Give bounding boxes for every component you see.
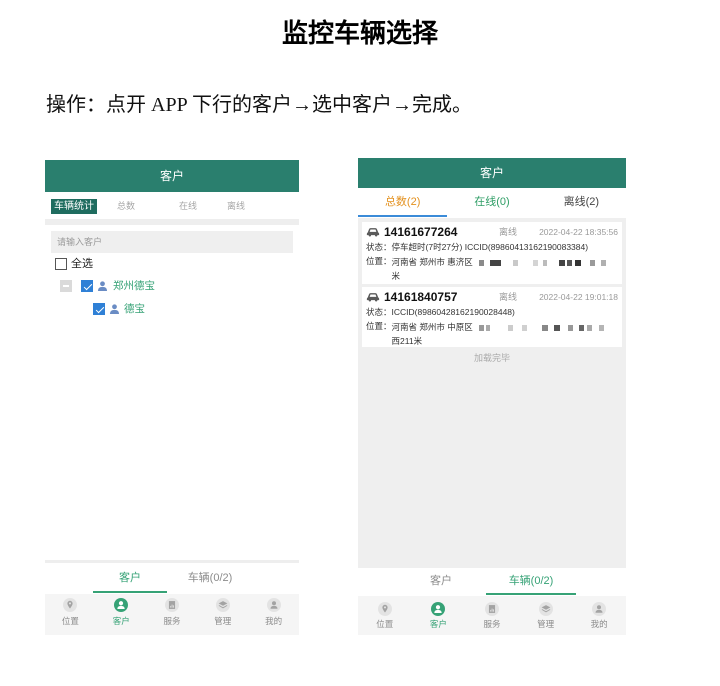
vehicle-status: 离线: [499, 292, 518, 302]
bottom-tab-bar: 客户 车辆(0/2): [358, 568, 626, 596]
car-icon: [366, 293, 380, 302]
location-tail: 米: [391, 271, 401, 281]
profile-icon: [592, 602, 607, 616]
location-icon: [63, 598, 78, 612]
vehicle-state-row: 状态： 停车超时(7时27分) ICCID(898604131621900833…: [366, 240, 618, 255]
nav-item-service[interactable]: 服务: [147, 594, 198, 635]
app-header-title: 客户: [45, 160, 299, 192]
nav-item-manage[interactable]: 管理: [519, 596, 573, 635]
vehicle-status: 离线: [499, 227, 518, 237]
tab-vehicles[interactable]: 车辆(0/2): [170, 563, 250, 594]
customer-search-input[interactable]: [51, 231, 293, 253]
location-line: 河南省 郑州市 中原区: [392, 320, 605, 335]
app-header-title: 客户: [358, 158, 626, 188]
load-complete-text: 加载完毕: [473, 353, 510, 363]
nav-item-location[interactable]: 位置: [358, 596, 412, 635]
vehicle-id: 14161677264: [384, 225, 458, 239]
tree-item-label[interactable]: 德宝: [124, 303, 145, 315]
user-icon: [97, 281, 108, 292]
right-phone-screenshot: 客户 总数(2) 在线(0) 离线(2) 14161677264 离线 2022…: [358, 158, 626, 635]
location-value: 河南省 郑州市 惠济区 米: [392, 255, 609, 282]
filter-tab-bar: 总数(2) 在线(0) 离线(2): [358, 188, 626, 218]
state-label: 状态：: [366, 242, 392, 252]
user-icon: [114, 598, 129, 612]
user-icon: [431, 602, 446, 616]
tree-item-checkbox[interactable]: [93, 303, 105, 315]
vehicle-id: 14161840757: [384, 290, 458, 304]
location-label: 位置：: [366, 256, 392, 266]
location-tail: 西211米: [391, 336, 423, 346]
vehicle-card-header: 14161677264 离线 2022-04-22 18:35:56: [366, 224, 618, 240]
page-title: 监控车辆选择: [281, 18, 438, 48]
nav-item-service[interactable]: 服务: [465, 596, 519, 635]
nav-item-customers[interactable]: 客户: [96, 594, 147, 635]
vehicle-location-row: 位置： 河南省 郑州市 中原区 西211米: [366, 320, 618, 347]
divider: [45, 219, 299, 225]
nav-item-profile[interactable]: 我的: [248, 594, 299, 635]
tree-collapse-toggle[interactable]: [60, 280, 72, 292]
bottom-tab-bar: 客户 车辆(0/2): [45, 560, 299, 594]
nav-item-profile[interactable]: 我的: [572, 596, 626, 635]
redacted-mosaic: [478, 259, 606, 266]
tab-customers[interactable]: 客户: [90, 563, 170, 594]
nav-label: 位置: [376, 619, 394, 629]
stat-tab-online[interactable]: 在线: [179, 199, 197, 214]
service-icon: [484, 602, 499, 616]
service-icon: [164, 598, 179, 612]
nav-label: 我的: [590, 619, 608, 629]
location-value: 河南省 郑州市 中原区 西211米: [392, 320, 605, 347]
redacted-mosaic: [478, 324, 604, 331]
bottom-nav: 位置 客户 服务 管理 我的: [358, 596, 626, 635]
vehicle-card[interactable]: 14161840757 离线 2022-04-22 19:01:18 状态： I…: [362, 287, 622, 347]
manage-icon: [215, 598, 230, 612]
user-icon: [109, 304, 120, 315]
vehicle-state-row: 状态： ICCID(89860428162190028448): [366, 305, 618, 320]
nav-label: 位置: [61, 616, 79, 626]
tab-vehicles[interactable]: 车辆(0/2): [486, 568, 576, 596]
vehicle-location-row: 位置： 河南省 郑州市 惠济区 米: [366, 255, 618, 282]
tree-item-label[interactable]: 郑州德宝: [113, 280, 155, 292]
nav-label: 服务: [483, 619, 501, 629]
nav-item-manage[interactable]: 管理: [197, 594, 248, 635]
nav-item-location[interactable]: 位置: [45, 594, 96, 635]
nav-label: 我的: [265, 616, 283, 626]
state-value: 停车超时(7时27分) ICCID(89860413162190083384): [391, 242, 589, 252]
location-line: 河南省 郑州市 惠济区: [392, 255, 609, 270]
car-icon: [366, 228, 380, 237]
location-icon: [377, 602, 392, 616]
vehicle-timestamp: 2022-04-22 18:35:56: [539, 227, 618, 237]
profile-icon: [266, 598, 281, 612]
select-all-label[interactable]: 全选: [71, 258, 93, 270]
vehicle-card-header: 14161840757 离线 2022-04-22 19:01:18: [366, 289, 618, 305]
tree-item-checkbox[interactable]: [81, 280, 93, 292]
filter-tab-offline[interactable]: 离线(2): [537, 188, 626, 218]
state-value: ICCID(89860428162190028448): [391, 307, 515, 317]
stat-tab-total[interactable]: 总数: [117, 199, 135, 214]
stat-tab-vehicle-stats[interactable]: 车辆统计: [51, 199, 97, 214]
left-phone-screenshot: 客户 车辆统计 总数 在线 离线 全选 郑州德宝 德宝 客户 车辆(0/2) 位…: [45, 160, 299, 635]
tab-customers[interactable]: 客户: [396, 568, 486, 596]
nav-label: 管理: [214, 616, 232, 626]
instruction-text: 操作：点开 APP 下行的客户→选中客户→完成。: [46, 94, 472, 116]
nav-label: 客户: [112, 616, 130, 626]
select-all-checkbox[interactable]: [55, 258, 67, 270]
bottom-nav: 位置 客户 服务 管理 我的: [45, 594, 299, 635]
filter-tab-total[interactable]: 总数(2): [358, 188, 448, 218]
vehicle-timestamp: 2022-04-22 19:01:18: [539, 292, 618, 302]
manage-icon: [538, 602, 553, 616]
nav-item-customers[interactable]: 客户: [412, 596, 466, 635]
location-address: 河南省 郑州市 惠济区: [391, 257, 473, 267]
nav-label: 管理: [537, 619, 555, 629]
state-label: 状态：: [366, 307, 392, 317]
nav-label: 服务: [163, 616, 181, 626]
stat-tab-offline[interactable]: 离线: [227, 199, 245, 214]
vehicle-card[interactable]: 14161677264 离线 2022-04-22 18:35:56 状态： 停…: [362, 222, 622, 284]
filter-tab-online[interactable]: 在线(0): [447, 188, 536, 218]
nav-label: 客户: [429, 619, 447, 629]
location-label: 位置：: [366, 321, 392, 331]
location-address: 河南省 郑州市 中原区: [391, 322, 473, 332]
